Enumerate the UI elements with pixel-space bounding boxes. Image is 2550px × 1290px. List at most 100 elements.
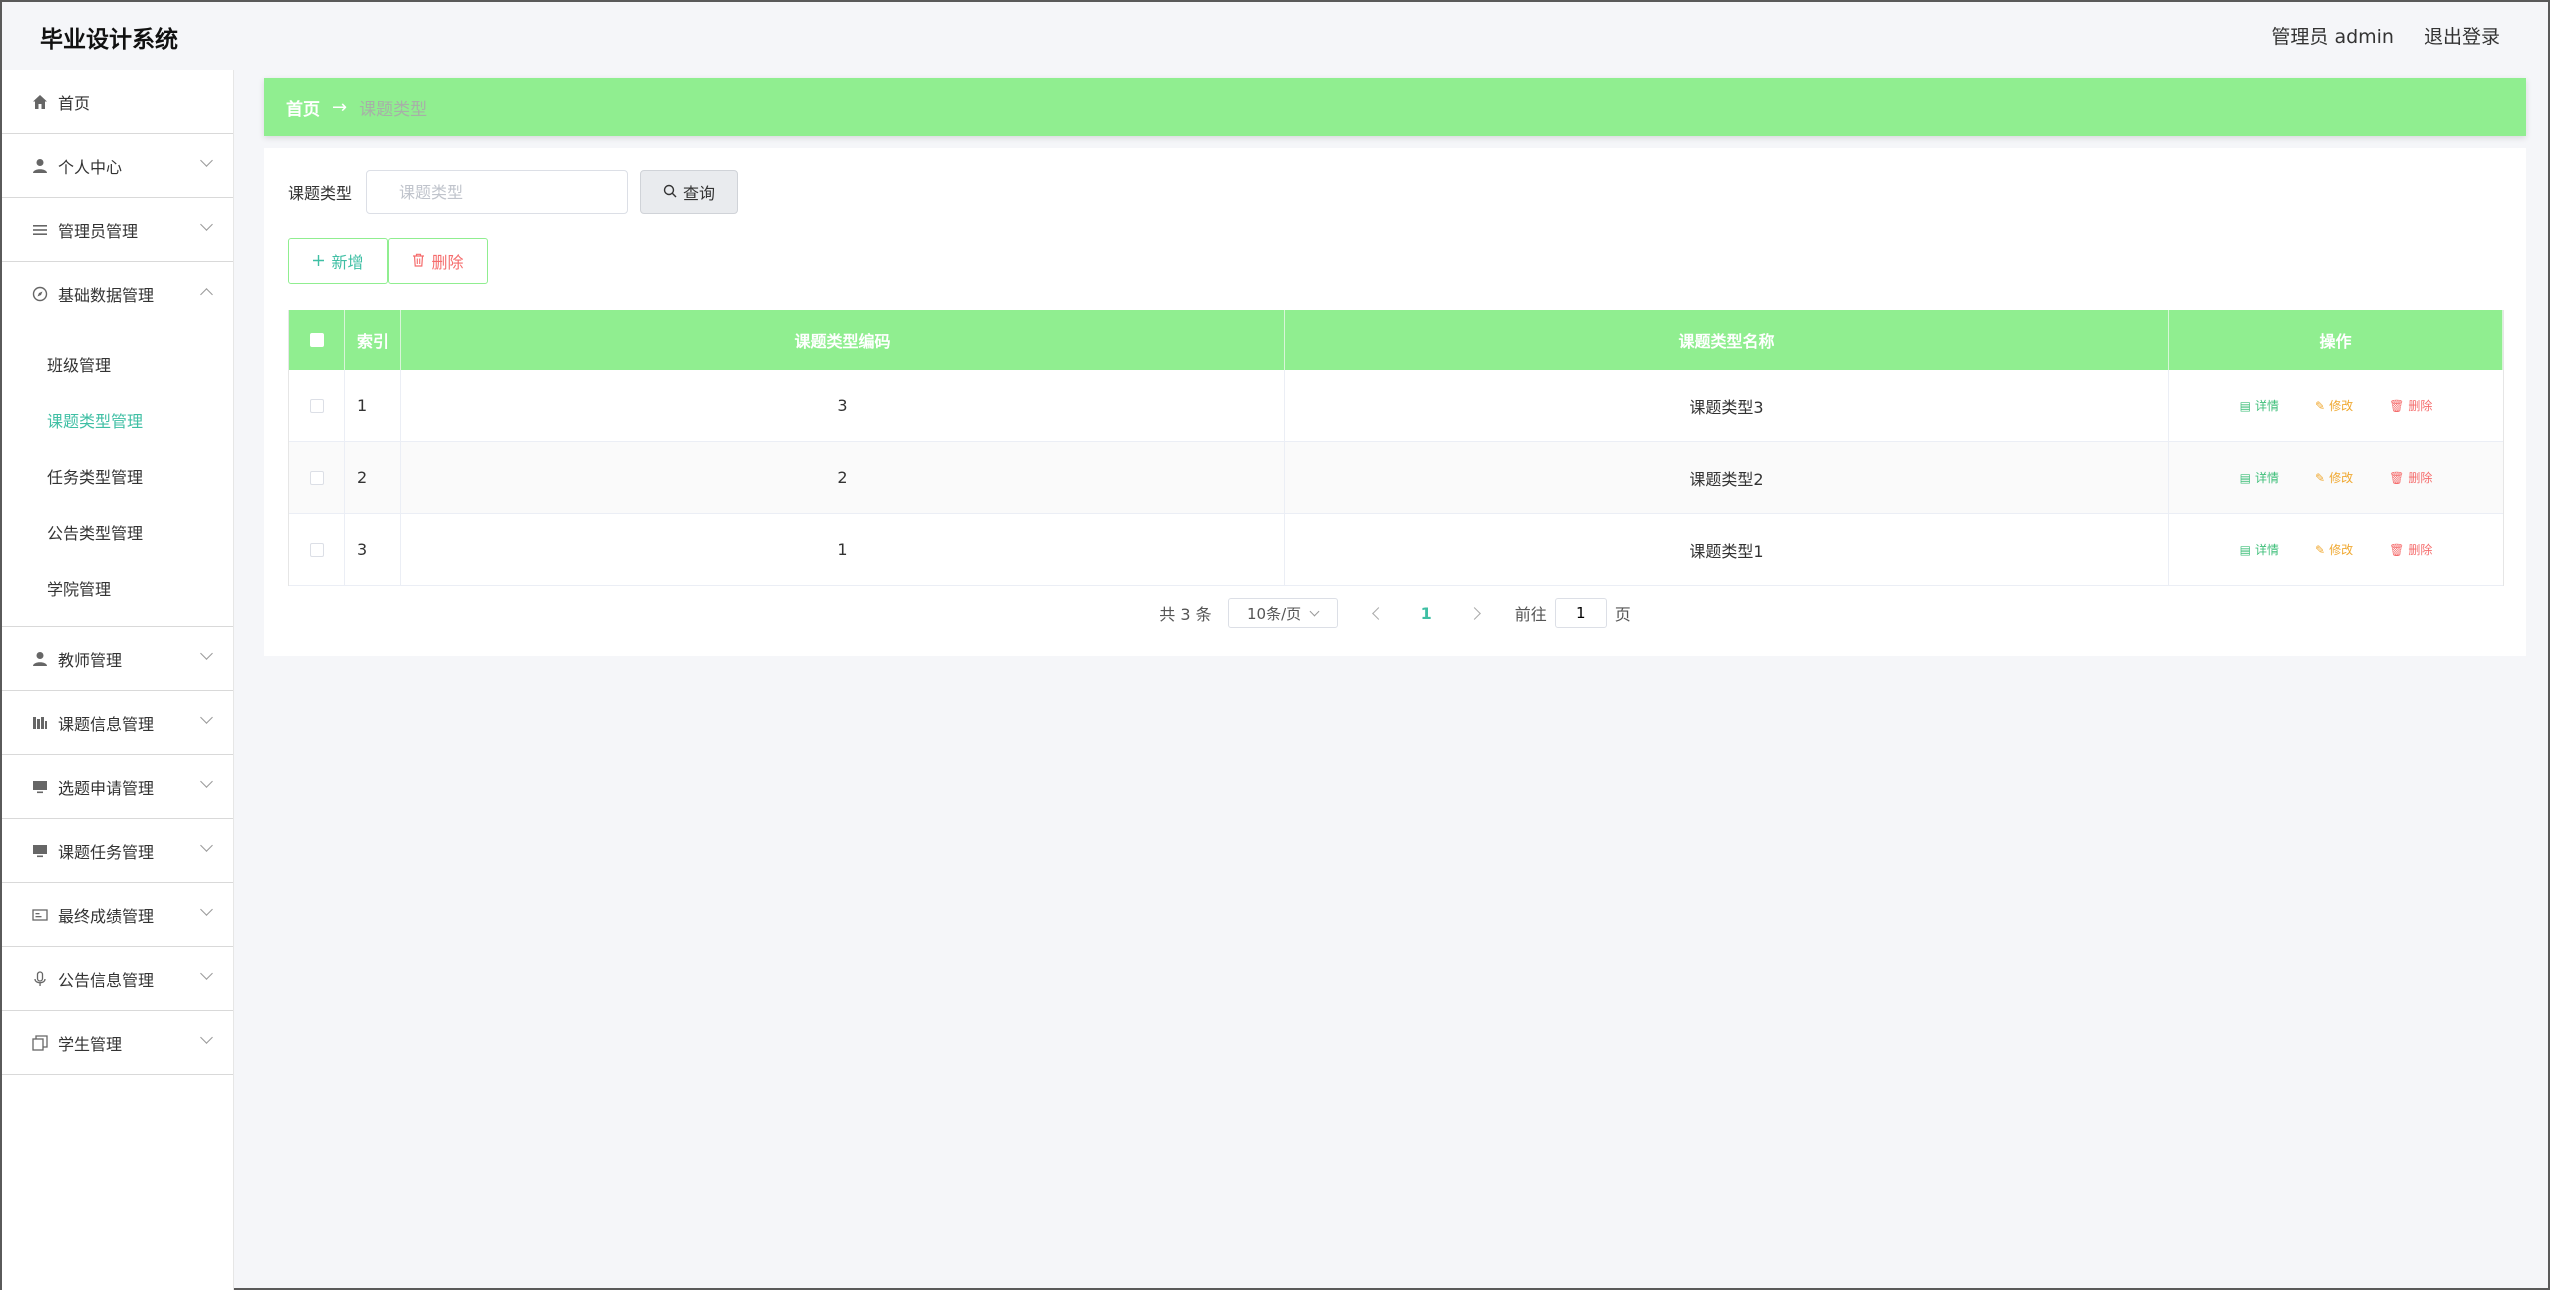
sidebar-item-label: 公告信息管理 xyxy=(58,970,155,990)
row-index: 3 xyxy=(345,514,401,585)
row-index: 2 xyxy=(345,442,401,513)
delete-button-label: 删除 xyxy=(431,253,464,272)
home-icon xyxy=(30,92,50,112)
sidebar-item-admins[interactable]: 管理员管理 xyxy=(2,198,233,262)
row-checkbox[interactable] xyxy=(309,542,324,557)
book-icon xyxy=(30,713,50,733)
monitor-icon xyxy=(30,777,50,797)
chevron-up-icon xyxy=(200,288,213,301)
table-header: 索引 课题类型编码 课题类型名称 操作 xyxy=(289,310,2503,370)
total-count: 共 3 条 xyxy=(1159,605,1212,624)
chevron-down-icon xyxy=(200,218,213,231)
detail-label: 详情 xyxy=(2255,543,2280,557)
detail-button[interactable]: ▤ 详情 xyxy=(2240,397,2279,414)
sidebar-item-label: 课题信息管理 xyxy=(58,714,155,734)
sidebar-item-topics[interactable]: 课题信息管理 xyxy=(2,691,233,755)
sidebar-subitem-topic-type[interactable]: 课题类型管理 xyxy=(2,392,233,448)
action-buttons: 新增 删除 xyxy=(288,238,488,284)
sidebar-item-students[interactable]: 学生管理 xyxy=(2,1011,233,1075)
row-index: 1 xyxy=(345,370,401,441)
sidebar-subitem-class[interactable]: 班级管理 xyxy=(2,336,233,392)
goto-page-input[interactable] xyxy=(1554,598,1607,628)
current-user-label[interactable]: 管理员 admin xyxy=(2271,22,2394,49)
page-size-select[interactable]: 10条/页 xyxy=(1227,598,1338,628)
edit-button[interactable]: ✎ 修改 xyxy=(2315,541,2353,558)
prev-page-icon[interactable] xyxy=(1371,606,1385,620)
add-button[interactable]: 新增 xyxy=(288,238,388,284)
trash-icon: 🗑 xyxy=(2389,542,2405,557)
detail-label: 详情 xyxy=(2255,471,2280,485)
sidebar-item-grades[interactable]: 最终成绩管理 xyxy=(2,883,233,947)
sidebar-item-tasks[interactable]: 课题任务管理 xyxy=(2,819,233,883)
sidebar-item-home[interactable]: 首页 xyxy=(2,70,233,134)
row-delete-button[interactable]: 🗑 删除 xyxy=(2389,397,2432,414)
chevron-down-icon xyxy=(200,839,213,852)
chevron-down-icon xyxy=(200,903,213,916)
row-code: 3 xyxy=(401,370,1285,441)
sidebar-item-base-data[interactable]: 基础数据管理 xyxy=(2,262,233,326)
trash-icon: 🗑 xyxy=(2389,470,2405,485)
sidebar: 首页 个人中心 管理员管理 基础数据管理 班级管理 课题类型管理 任务类型管理 … xyxy=(2,70,234,1290)
detail-button[interactable]: ▤ 详情 xyxy=(2240,469,2279,486)
goto-page: 前往 页 xyxy=(1515,598,1631,628)
next-page-icon[interactable] xyxy=(1467,606,1481,620)
plus-icon xyxy=(312,252,325,271)
monitor-icon xyxy=(30,841,50,861)
row-delete-label: 删除 xyxy=(2408,399,2433,413)
logout-button[interactable]: 退出登录 xyxy=(2424,22,2500,49)
doc-icon: ▤ xyxy=(2239,398,2251,413)
chevron-down-icon xyxy=(200,711,213,724)
row-checkbox[interactable] xyxy=(309,470,324,485)
chevron-down-icon xyxy=(200,1031,213,1044)
sidebar-subitem-college[interactable]: 学院管理 xyxy=(2,560,233,616)
query-button[interactable]: 查询 xyxy=(640,170,739,214)
pencil-icon: ✎ xyxy=(2315,398,2326,413)
row-delete-label: 删除 xyxy=(2408,543,2433,557)
table-row: 3 1 课题类型1 ▤ 详情 ✎ 修改 🗑 删除 xyxy=(289,514,2503,586)
column-header: 索引 xyxy=(345,310,401,370)
row-name: 课题类型2 xyxy=(1285,442,2169,513)
header-checkbox-cell xyxy=(289,310,345,370)
sidebar-subitem-notice-type[interactable]: 公告类型管理 xyxy=(2,504,233,560)
user-icon xyxy=(30,649,50,669)
doc-icon: ▤ xyxy=(2239,470,2251,485)
sidebar-item-applications[interactable]: 选题申请管理 xyxy=(2,755,233,819)
detail-button[interactable]: ▤ 详情 xyxy=(2240,541,2279,558)
trash-icon xyxy=(412,252,425,271)
submenu-base-data: 班级管理 课题类型管理 任务类型管理 公告类型管理 学院管理 xyxy=(2,326,233,627)
goto-label: 前往 xyxy=(1514,605,1547,624)
user-icon xyxy=(30,156,50,176)
pagination: 共 3 条 10条/页 1 前往 页 xyxy=(264,598,2526,628)
breadcrumb-home[interactable]: 首页 xyxy=(286,95,320,120)
row-checkbox-cell xyxy=(289,370,345,441)
row-delete-button[interactable]: 🗑 删除 xyxy=(2389,469,2432,486)
select-all-checkbox[interactable] xyxy=(309,333,324,347)
sidebar-item-label: 个人中心 xyxy=(58,157,123,177)
table-row: 2 2 课题类型2 ▤ 详情 ✎ 修改 🗑 删除 xyxy=(289,442,2503,514)
sidebar-item-notices[interactable]: 公告信息管理 xyxy=(2,947,233,1011)
sidebar-subitem-task-type[interactable]: 任务类型管理 xyxy=(2,448,233,504)
edit-button[interactable]: ✎ 修改 xyxy=(2315,469,2353,486)
detail-label: 详情 xyxy=(2255,399,2280,413)
row-checkbox-cell xyxy=(289,442,345,513)
sidebar-item-label: 首页 xyxy=(58,93,91,113)
column-header: 课题类型编码 xyxy=(401,310,1285,370)
sidebar-item-label: 学生管理 xyxy=(58,1034,123,1054)
row-actions: ▤ 详情 ✎ 修改 🗑 删除 xyxy=(2169,442,2503,513)
edit-button[interactable]: ✎ 修改 xyxy=(2315,397,2353,414)
search-form: 课题类型 查询 xyxy=(288,170,739,214)
sidebar-item-profile[interactable]: 个人中心 xyxy=(2,134,233,198)
card-icon xyxy=(30,905,50,925)
sidebar-item-teachers[interactable]: 教师管理 xyxy=(2,627,233,691)
page-unit-label: 页 xyxy=(1614,605,1631,624)
delete-button[interactable]: 删除 xyxy=(388,238,488,284)
row-delete-button[interactable]: 🗑 删除 xyxy=(2389,541,2432,558)
page-number[interactable]: 1 xyxy=(1421,604,1432,623)
row-checkbox[interactable] xyxy=(309,398,324,413)
mic-icon xyxy=(30,969,50,989)
chevron-down-icon xyxy=(200,154,213,167)
chevron-down-icon xyxy=(1309,606,1320,616)
search-input[interactable] xyxy=(366,170,629,214)
row-actions: ▤ 详情 ✎ 修改 🗑 删除 xyxy=(2169,514,2503,585)
top-header: 毕业设计系统 管理员 admin 退出登录 xyxy=(2,2,2548,70)
